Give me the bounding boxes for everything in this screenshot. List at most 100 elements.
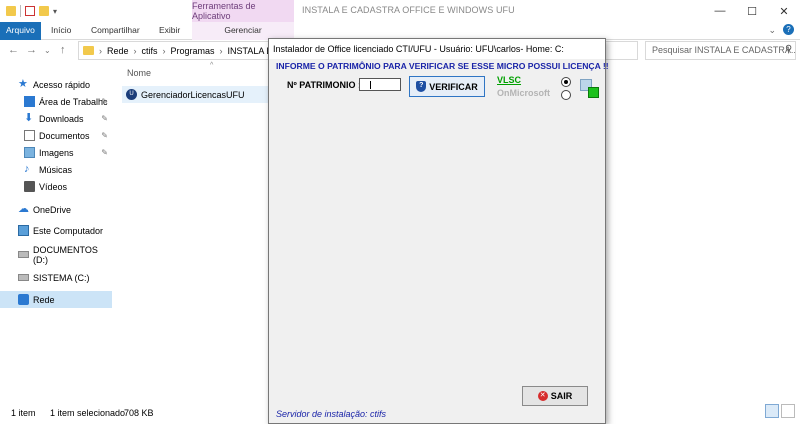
navigation-pane: ★ Acesso rápido Área de Trabalhc ✎ ⬇ Dow… — [0, 62, 116, 402]
sidebar-item-label: Acesso rápido — [33, 79, 91, 90]
sidebar-item-label: Músicas — [39, 164, 73, 175]
folder-icon — [83, 46, 94, 55]
sidebar-item-onedrive[interactable]: ☁ OneDrive — [0, 201, 112, 218]
expand-ribbon-icon[interactable]: ⌄ — [768, 25, 776, 36]
tab-inicio[interactable]: Início — [51, 22, 71, 40]
sidebar-item-label: Documentos — [39, 130, 90, 141]
sidebar-item-videos[interactable]: Vídeos — [0, 178, 112, 195]
forward-icon[interactable]: → — [26, 44, 37, 56]
tab-arquivo[interactable]: Arquivo — [0, 22, 41, 40]
maximize-icon[interactable]: ☐ — [736, 0, 768, 22]
sort-ascending-icon: ^ — [210, 62, 214, 69]
computer-icon — [18, 225, 29, 236]
window-title: INSTALA E CADASTRA OFFICE E WINDOWS UFU — [302, 5, 515, 15]
server-info: Servidor de instalação: ctifs — [276, 409, 387, 419]
breadcrumb-instala[interactable]: INSTALA E — [228, 46, 273, 56]
option-onmicrosoft-label[interactable]: OnMicrosoft — [497, 88, 550, 98]
tab-compartilhar[interactable]: Compartilhar — [91, 22, 140, 40]
close-icon: ✕ — [537, 391, 548, 401]
exit-button[interactable]: ✕ SAIR — [522, 386, 588, 406]
list-item[interactable]: U GerenciadorLicencasUFU — [122, 86, 272, 103]
chevron-right-icon[interactable]: › — [99, 46, 102, 56]
network-icon — [18, 294, 29, 305]
breadcrumb-ctifs[interactable]: ctifs — [142, 46, 158, 56]
sidebar-item-label: Downloads — [39, 113, 84, 124]
sidebar-item-sistema-c[interactable]: SISTEMA (C:) — [0, 269, 112, 286]
download-icon: ⬇ — [24, 112, 34, 124]
pin-icon[interactable]: ✎ — [101, 114, 108, 123]
patrimonio-label: Nº PATRIMONIO : — [287, 80, 361, 90]
pin-icon[interactable]: ✎ — [101, 131, 108, 140]
verify-button[interactable]: ? VERIFICAR — [409, 76, 485, 97]
pin-icon[interactable]: ✎ — [101, 97, 108, 106]
status-item-count: 1 item — [11, 408, 36, 418]
cloud-icon: ☁ — [18, 203, 29, 215]
dialog-heading: INFORME O PATRIMÔNIO PARA VERIFICAR SE E… — [276, 61, 609, 71]
details-view-icon[interactable] — [765, 404, 779, 418]
tab-exibir[interactable]: Exibir — [159, 22, 180, 40]
search-input[interactable]: Pesquisar INSTALA E CADASTRA... — [645, 41, 796, 60]
help-icon[interactable]: ? — [783, 24, 794, 35]
verify-button-label: VERIFICAR — [429, 81, 478, 92]
sidebar-item-imagens[interactable]: Imagens ✎ — [0, 144, 112, 161]
title-bar: ▾ Ferramentas de Aplicativo INSTALA E CA… — [0, 0, 800, 22]
large-icons-view-icon[interactable] — [781, 404, 795, 418]
sidebar-item-musicas[interactable]: ♪ Músicas — [0, 161, 112, 178]
window-controls: — ☐ ✕ — [704, 0, 800, 22]
sidebar-item-label: Vídeos — [39, 181, 68, 192]
status-selected: 1 item selecionado — [50, 408, 126, 418]
document-icon — [24, 130, 35, 141]
video-icon — [24, 181, 35, 192]
sidebar-item-rede[interactable]: Rede — [0, 291, 112, 308]
search-icon[interactable]: ⚲ — [785, 44, 792, 55]
breadcrumb-programas[interactable]: Programas — [171, 46, 215, 56]
sidebar-item-label: Área de Trabalhc — [39, 96, 108, 107]
shield-icon: ? — [416, 81, 427, 92]
music-icon: ♪ — [24, 163, 30, 175]
license-installer-dialog: Instalador de Office licenciado CTI/UFU … — [268, 38, 609, 424]
sidebar-item-este-computador[interactable]: Este Computador — [0, 222, 112, 239]
sidebar-item-acesso-rapido[interactable]: ★ Acesso rápido — [0, 76, 112, 93]
minimize-icon[interactable]: — — [704, 0, 736, 22]
option-vlsc-label[interactable]: VLSC — [497, 75, 521, 85]
patrimonio-input[interactable] — [359, 78, 401, 91]
drive-icon — [18, 274, 29, 281]
sidebar-item-documentos[interactable]: Documentos ✎ — [0, 127, 112, 144]
sidebar-item-label: Rede — [33, 294, 55, 305]
close-icon[interactable]: ✕ — [768, 0, 800, 22]
quick-access-toolbar: ▾ — [0, 0, 57, 22]
column-header-name[interactable]: Nome — [127, 68, 151, 78]
application-icon: U — [126, 89, 137, 100]
dialog-title: Instalador de Office licenciado CTI/UFU … — [269, 39, 605, 59]
up-icon[interactable]: ↑ — [60, 44, 66, 56]
image-icon — [24, 147, 35, 158]
sidebar-item-label: Este Computador — [33, 225, 104, 236]
new-folder-icon[interactable] — [39, 6, 49, 16]
sidebar-item-documentos-d[interactable]: DOCUMENTOS (D:) — [0, 244, 112, 265]
context-tab-application-tools[interactable]: Ferramentas de Aplicativo — [192, 0, 294, 22]
recent-locations-icon[interactable]: ⌄ — [44, 46, 51, 55]
chevron-right-icon[interactable]: › — [134, 46, 137, 56]
sidebar-item-label: DOCUMENTOS (D:) — [33, 244, 98, 265]
file-name: GerenciadorLicencasUFU — [141, 89, 245, 100]
sidebar-item-downloads[interactable]: ⬇ Downloads ✎ — [0, 110, 112, 127]
computer-status-icon — [580, 79, 600, 99]
sidebar-item-label: OneDrive — [33, 204, 72, 215]
text-cursor — [370, 81, 371, 89]
radio-vlsc[interactable] — [561, 77, 571, 87]
back-icon[interactable]: ← — [8, 44, 19, 56]
desktop-icon — [24, 96, 35, 107]
drive-icon — [18, 251, 29, 258]
pin-icon[interactable]: ✎ — [101, 148, 108, 157]
sidebar-item-area-de-trabalho[interactable]: Área de Trabalhc ✎ — [0, 93, 112, 110]
star-icon: ★ — [18, 78, 28, 90]
status-green-icon — [588, 87, 599, 98]
qat-divider — [20, 5, 21, 17]
breadcrumb-rede[interactable]: Rede — [107, 46, 129, 56]
chevron-right-icon[interactable]: › — [163, 46, 166, 56]
properties-icon[interactable] — [25, 6, 35, 16]
chevron-right-icon[interactable]: › — [220, 46, 223, 56]
qat-dropdown-icon[interactable]: ▾ — [53, 7, 57, 16]
folder-icon[interactable] — [6, 6, 16, 16]
radio-onmicrosoft[interactable] — [561, 90, 571, 100]
